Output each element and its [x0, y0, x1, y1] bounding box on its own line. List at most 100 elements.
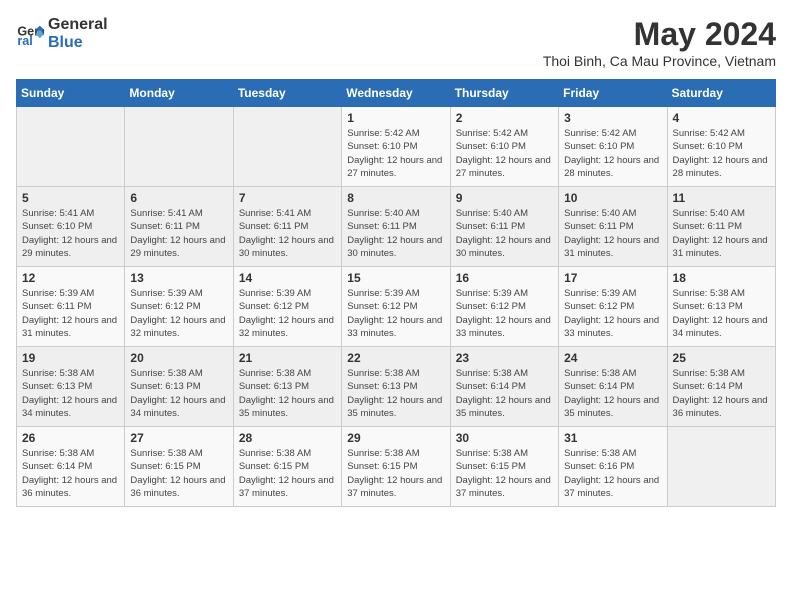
day-number: 18	[673, 271, 770, 285]
header-row: SundayMondayTuesdayWednesdayThursdayFrid…	[17, 80, 776, 107]
day-header-friday: Friday	[559, 80, 667, 107]
location-subtitle: Thoi Binh, Ca Mau Province, Vietnam	[543, 53, 776, 69]
day-cell: 7 Sunrise: 5:41 AM Sunset: 6:11 PM Daylig…	[233, 187, 341, 267]
day-number: 26	[22, 431, 119, 445]
calendar-body: 1Sunrise: 5:42 AM Sunset: 6:10 PM Daylig…	[17, 107, 776, 507]
day-number: 5	[22, 191, 119, 205]
day-info: Sunrise: 5:38 AM Sunset: 6:15 PM Dayligh…	[347, 447, 444, 500]
day-cell: 21Sunrise: 5:38 AM Sunset: 6:13 PM Dayli…	[233, 347, 341, 427]
day-cell: 29 Sunrise: 5:38 AM Sunset: 6:15 PM Dayli…	[342, 427, 450, 507]
day-cell	[233, 107, 341, 187]
day-number: 27	[130, 431, 227, 445]
day-cell: 5 Sunrise: 5:41 AM Sunset: 6:10 PM Daylig…	[17, 187, 125, 267]
day-cell: 20Sunrise: 5:38 AM Sunset: 6:13 PM Dayli…	[125, 347, 233, 427]
day-number: 7	[239, 191, 336, 205]
day-number: 24	[564, 351, 661, 365]
day-info: Sunrise: 5:38 AM Sunset: 6:14 PM Dayligh…	[673, 367, 770, 420]
day-info: Sunrise: 5:39 AM Sunset: 6:12 PM Dayligh…	[456, 287, 553, 340]
day-cell	[17, 107, 125, 187]
logo-icon: Gene ral	[16, 20, 44, 48]
day-number: 25	[673, 351, 770, 365]
day-number: 14	[239, 271, 336, 285]
day-info: Sunrise: 5:41 AM Sunset: 6:10 PM Dayligh…	[22, 207, 119, 260]
day-number: 3	[564, 111, 661, 125]
week-row-5: 26 Sunrise: 5:38 AM Sunset: 6:14 PM Dayli…	[17, 427, 776, 507]
day-info: Sunrise: 5:38 AM Sunset: 6:15 PM Dayligh…	[130, 447, 227, 500]
day-info: Sunrise: 5:38 AM Sunset: 6:15 PM Dayligh…	[239, 447, 336, 500]
day-cell: 26 Sunrise: 5:38 AM Sunset: 6:14 PM Dayli…	[17, 427, 125, 507]
day-header-saturday: Saturday	[667, 80, 775, 107]
day-number: 19	[22, 351, 119, 365]
day-header-tuesday: Tuesday	[233, 80, 341, 107]
logo: Gene ral General Blue	[16, 16, 108, 51]
day-header-thursday: Thursday	[450, 80, 558, 107]
day-number: 2	[456, 111, 553, 125]
day-number: 10	[564, 191, 661, 205]
day-info: Sunrise: 5:39 AM Sunset: 6:12 PM Dayligh…	[130, 287, 227, 340]
day-info: Sunrise: 5:38 AM Sunset: 6:16 PM Dayligh…	[564, 447, 661, 500]
day-info: Sunrise: 5:39 AM Sunset: 6:12 PM Dayligh…	[564, 287, 661, 340]
day-cell: 6 Sunrise: 5:41 AM Sunset: 6:11 PM Daylig…	[125, 187, 233, 267]
day-cell	[125, 107, 233, 187]
day-number: 12	[22, 271, 119, 285]
day-cell: 30 Sunrise: 5:38 AM Sunset: 6:15 PM Dayli…	[450, 427, 558, 507]
day-number: 21	[239, 351, 336, 365]
day-number: 28	[239, 431, 336, 445]
day-cell: 13 Sunrise: 5:39 AM Sunset: 6:12 PM Dayli…	[125, 267, 233, 347]
day-number: 20	[130, 351, 227, 365]
day-number: 31	[564, 431, 661, 445]
day-info: Sunrise: 5:41 AM Sunset: 6:11 PM Dayligh…	[239, 207, 336, 260]
day-info: Sunrise: 5:42 AM Sunset: 6:10 PM Dayligh…	[564, 127, 661, 180]
day-info: Sunrise: 5:41 AM Sunset: 6:11 PM Dayligh…	[130, 207, 227, 260]
week-row-1: 1Sunrise: 5:42 AM Sunset: 6:10 PM Daylig…	[17, 107, 776, 187]
calendar-header: SundayMondayTuesdayWednesdayThursdayFrid…	[17, 80, 776, 107]
day-cell: 31 Sunrise: 5:38 AM Sunset: 6:16 PM Dayli…	[559, 427, 667, 507]
day-number: 8	[347, 191, 444, 205]
day-info: Sunrise: 5:39 AM Sunset: 6:12 PM Dayligh…	[347, 287, 444, 340]
day-number: 23	[456, 351, 553, 365]
day-info: Sunrise: 5:38 AM Sunset: 6:15 PM Dayligh…	[456, 447, 553, 500]
day-info: Sunrise: 5:42 AM Sunset: 6:10 PM Dayligh…	[456, 127, 553, 180]
week-row-2: 5 Sunrise: 5:41 AM Sunset: 6:10 PM Daylig…	[17, 187, 776, 267]
day-number: 15	[347, 271, 444, 285]
day-cell: 9Sunrise: 5:40 AM Sunset: 6:11 PM Daylig…	[450, 187, 558, 267]
day-info: Sunrise: 5:42 AM Sunset: 6:10 PM Dayligh…	[347, 127, 444, 180]
day-cell: 4Sunrise: 5:42 AM Sunset: 6:10 PM Daylig…	[667, 107, 775, 187]
day-header-wednesday: Wednesday	[342, 80, 450, 107]
week-row-3: 12Sunrise: 5:39 AM Sunset: 6:11 PM Dayli…	[17, 267, 776, 347]
day-info: Sunrise: 5:38 AM Sunset: 6:13 PM Dayligh…	[673, 287, 770, 340]
day-number: 13	[130, 271, 227, 285]
day-number: 6	[130, 191, 227, 205]
day-number: 4	[673, 111, 770, 125]
day-cell: 15 Sunrise: 5:39 AM Sunset: 6:12 PM Dayli…	[342, 267, 450, 347]
day-info: Sunrise: 5:40 AM Sunset: 6:11 PM Dayligh…	[673, 207, 770, 260]
day-cell: 19 Sunrise: 5:38 AM Sunset: 6:13 PM Dayli…	[17, 347, 125, 427]
month-year-title: May 2024	[543, 16, 776, 53]
day-cell: 22Sunrise: 5:38 AM Sunset: 6:13 PM Dayli…	[342, 347, 450, 427]
day-info: Sunrise: 5:40 AM Sunset: 6:11 PM Dayligh…	[564, 207, 661, 260]
day-cell: 23Sunrise: 5:38 AM Sunset: 6:14 PM Dayli…	[450, 347, 558, 427]
day-header-monday: Monday	[125, 80, 233, 107]
svg-text:ral: ral	[17, 34, 32, 48]
day-cell: 11 Sunrise: 5:40 AM Sunset: 6:11 PM Dayli…	[667, 187, 775, 267]
day-cell: 25 Sunrise: 5:38 AM Sunset: 6:14 PM Dayli…	[667, 347, 775, 427]
day-number: 29	[347, 431, 444, 445]
day-info: Sunrise: 5:38 AM Sunset: 6:14 PM Dayligh…	[564, 367, 661, 420]
day-info: Sunrise: 5:38 AM Sunset: 6:13 PM Dayligh…	[22, 367, 119, 420]
day-cell: 16 Sunrise: 5:39 AM Sunset: 6:12 PM Dayli…	[450, 267, 558, 347]
day-info: Sunrise: 5:38 AM Sunset: 6:14 PM Dayligh…	[22, 447, 119, 500]
day-number: 30	[456, 431, 553, 445]
header: Gene ral General Blue May 2024 Thoi Binh…	[16, 16, 776, 69]
title-area: May 2024 Thoi Binh, Ca Mau Province, Vie…	[543, 16, 776, 69]
day-number: 11	[673, 191, 770, 205]
day-number: 16	[456, 271, 553, 285]
day-info: Sunrise: 5:38 AM Sunset: 6:13 PM Dayligh…	[347, 367, 444, 420]
day-cell: 17Sunrise: 5:39 AM Sunset: 6:12 PM Dayli…	[559, 267, 667, 347]
calendar-table: SundayMondayTuesdayWednesdayThursdayFrid…	[16, 79, 776, 507]
day-cell: 28 Sunrise: 5:38 AM Sunset: 6:15 PM Dayli…	[233, 427, 341, 507]
day-cell: 24 Sunrise: 5:38 AM Sunset: 6:14 PM Dayli…	[559, 347, 667, 427]
day-cell: 12Sunrise: 5:39 AM Sunset: 6:11 PM Dayli…	[17, 267, 125, 347]
day-cell: 10 Sunrise: 5:40 AM Sunset: 6:11 PM Dayli…	[559, 187, 667, 267]
day-cell: 3 Sunrise: 5:42 AM Sunset: 6:10 PM Daylig…	[559, 107, 667, 187]
day-cell: 27 Sunrise: 5:38 AM Sunset: 6:15 PM Dayli…	[125, 427, 233, 507]
